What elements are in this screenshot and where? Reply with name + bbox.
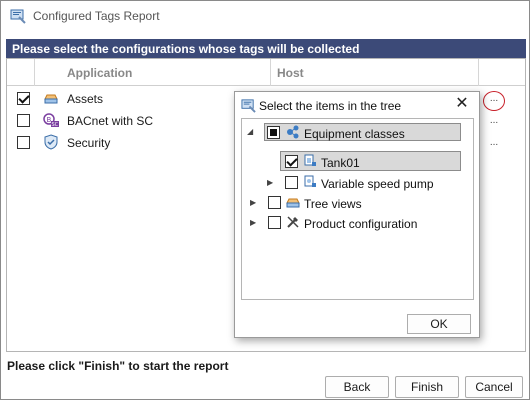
tank-icon [303,154,319,170]
close-icon[interactable]: ✕ [454,95,470,113]
report-app-icon [10,8,26,24]
tree-checkbox-product-configuration[interactable] [268,216,281,229]
tree-checkbox-tank01[interactable] [285,155,298,168]
column-header-host[interactable]: Host [271,59,479,86]
row-label-assets: Assets [67,92,104,106]
row-label-security: Security [67,136,111,150]
row-label-bacnet-sc: BACnet with SC [67,114,154,128]
tree-label-tank01: Tank01 [321,156,360,170]
footer-instruction: Please click "Finish" to start the repor… [7,359,229,373]
tree-label-tree-views: Tree views [304,197,362,211]
bacnet-sc-icon: B SC [43,112,59,128]
dialog-title: Select the items in the tree [259,99,402,113]
svg-text:SC: SC [52,122,59,128]
row-action-button-bacnet-sc[interactable]: ... [485,116,503,130]
ok-button[interactable]: OK [407,314,471,334]
finish-button[interactable]: Finish [395,376,459,398]
back-button[interactable]: Back [325,376,389,398]
tree-checkbox-variable-speed-pump[interactable] [285,176,298,189]
row-checkbox-bacnet-sc[interactable] [17,114,30,127]
security-shield-icon [43,134,59,150]
highlight-circle-annotation [483,91,505,111]
actions-column-header [479,59,525,86]
tree-selection-dialog: Select the items in the tree ✕ ◢ Equipme… [234,91,480,338]
row-checkbox-security[interactable] [17,136,30,149]
expand-triangle-icon[interactable]: ▶ [250,199,258,207]
pump-icon [303,175,319,191]
configured-tags-report-window: Configured Tags Report Please select the… [0,0,530,400]
tree-label-product-configuration: Product configuration [304,217,418,231]
dialog-app-icon [241,98,256,113]
column-header-application[interactable]: Application [35,59,271,86]
product-configuration-icon [286,215,302,231]
equipment-classes-icon [286,125,302,141]
expand-triangle-icon[interactable]: ▶ [250,219,258,227]
window-title: Configured Tags Report [33,9,160,23]
checkbox-column-header [7,59,35,86]
instruction-banner: Please select the configurations whose t… [6,39,526,58]
expand-triangle-icon[interactable]: ▶ [267,179,275,187]
cancel-button[interactable]: Cancel [465,376,523,398]
title-bar: Configured Tags Report [1,1,529,31]
tree-checkbox-equipment-classes[interactable] [267,126,280,139]
items-tree: ◢ Equipment classes Tank01 ▶ Variable sp… [241,118,474,300]
row-action-button-security[interactable]: ... [485,138,503,152]
assets-icon [43,90,59,106]
row-checkbox-assets[interactable] [17,92,30,105]
tree-label-equipment-classes: Equipment classes [304,127,405,141]
tree-checkbox-tree-views[interactable] [268,196,281,209]
tree-views-icon [286,195,302,211]
table-header: Application Host [7,59,525,86]
tree-label-variable-speed-pump: Variable speed pump [321,177,434,191]
collapse-triangle-icon[interactable]: ◢ [247,128,255,136]
